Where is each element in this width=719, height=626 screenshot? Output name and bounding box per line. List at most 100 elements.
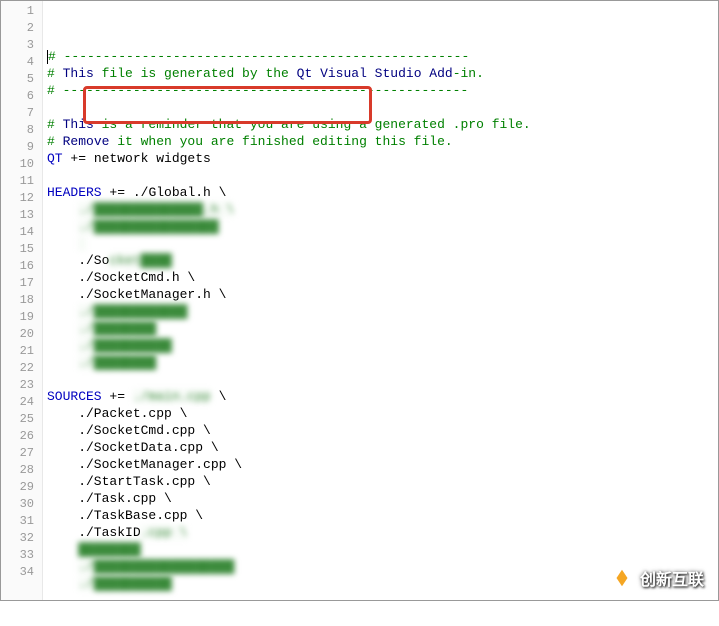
code-token: ./SocketCmd.cpp \ [47,423,211,438]
line-number: 13 [1,207,42,224]
line-number: 18 [1,292,42,309]
code-token: This [63,117,94,132]
line-number: 4 [1,54,42,71]
code-token: += [109,389,132,404]
code-line[interactable]: ./TaskID.cpp \ [47,524,718,541]
line-number: 15 [1,241,42,258]
line-number: 5 [1,71,42,88]
line-number: 26 [1,428,42,445]
code-line[interactable]: ./SocketCmd.h \ [47,269,718,286]
code-line[interactable]: # Remove it when you are finished editin… [47,133,718,150]
code-token: ████████ [78,542,140,557]
line-number: 32 [1,530,42,547]
code-token: Remove [63,134,110,149]
code-token: /Global [141,185,196,200]
line-number: 3 [1,37,42,54]
code-token: .cpp \ [141,525,188,540]
code-line[interactable]: # This file is generated by the Qt Visua… [47,65,718,82]
line-number: 2 [1,20,42,37]
line-number-gutter: 1234567891011121314151617181920212223242… [1,1,43,600]
code-token: ./████████ [78,355,156,370]
code-token: += [70,151,86,166]
code-line[interactable]: ./StartTask.cpp \ [47,473,718,490]
line-number: 30 [1,496,42,513]
line-number: 24 [1,394,42,411]
code-line[interactable] [47,235,718,252]
code-line[interactable]: ./TaskBase.cpp \ [47,507,718,524]
code-area[interactable]: # --------------------------------------… [43,1,718,600]
code-token: # [47,134,63,149]
code-line[interactable] [47,371,718,388]
code-token [47,304,78,319]
code-token: Qt Visual Studio Add [297,66,453,81]
code-token [47,321,78,336]
code-line[interactable] [47,99,718,116]
code-editor[interactable]: 1234567891011121314151617181920212223242… [1,1,718,600]
code-token: This [63,66,94,81]
code-token [47,355,78,370]
code-token: ./TaskID [47,525,141,540]
line-number: 27 [1,445,42,462]
line-number: 21 [1,343,42,360]
line-number: 12 [1,190,42,207]
code-line[interactable]: ./████████ [47,354,718,371]
code-token: ./████████████ [78,304,187,319]
code-token [47,542,78,557]
code-token [47,202,78,217]
code-token: cket████ [109,253,171,268]
code-line[interactable]: SOURCES += ./main.cpp \ [47,388,718,405]
code-token: file is generated by the [94,66,297,81]
code-token: ./SocketManager.cpp \ [47,457,242,472]
code-line[interactable]: ./Task.cpp \ [47,490,718,507]
line-number: 19 [1,309,42,326]
line-number: 16 [1,258,42,275]
code-token: HEADERS [47,185,109,200]
code-token: ./██████████ [78,338,172,353]
line-number: 20 [1,326,42,343]
code-line[interactable]: ./SocketManager.h \ [47,286,718,303]
code-token: ./SocketManager.h \ [47,287,226,302]
code-line[interactable]: ./██████████████████ [47,558,718,575]
line-number: 6 [1,88,42,105]
code-token: ./StartTask.cpp \ [47,474,211,489]
line-number: 8 [1,122,42,139]
code-token: ./Packet.cpp \ [47,406,187,421]
code-token: ./████████ [78,321,156,336]
code-line[interactable]: ./████████ [47,320,718,337]
code-line[interactable]: ./Packet.cpp \ [47,405,718,422]
line-number: 22 [1,360,42,377]
line-number: 29 [1,479,42,496]
code-token: # [47,66,63,81]
code-token: network widgets [86,151,211,166]
code-line[interactable]: ./██████████████.h \ [47,201,718,218]
code-line[interactable] [47,167,718,184]
code-line[interactable]: ./Socket████ [47,252,718,269]
code-line[interactable]: # This is a reminder that you are using … [47,116,718,133]
code-line[interactable]: ./SocketCmd.cpp \ [47,422,718,439]
line-number: 25 [1,411,42,428]
code-line[interactable]: ./████████████████ [47,218,718,235]
code-token: ./██████████████████ [78,559,234,574]
code-line[interactable]: QT += network widgets [47,150,718,167]
line-number: 14 [1,224,42,241]
code-token [47,576,78,591]
code-line[interactable]: ./SocketData.cpp \ [47,439,718,456]
code-line[interactable]: ./SocketManager.cpp \ [47,456,718,473]
code-line[interactable]: ████████ [47,541,718,558]
code-token: ./main.cpp [133,389,211,404]
line-number: 23 [1,377,42,394]
line-number: 33 [1,547,42,564]
code-token: SOURCES [47,389,109,404]
code-line[interactable]: HEADERS += ./Global.h \ [47,184,718,201]
code-line[interactable]: # --------------------------------------… [47,48,718,65]
code-token: .h \ [195,185,226,200]
line-number: 10 [1,156,42,173]
code-line[interactable]: ./██████████ [47,575,718,592]
code-token: += . [109,185,140,200]
code-line[interactable]: # --------------------------------------… [47,82,718,99]
code-token: \ [211,389,227,404]
code-line[interactable] [47,609,718,626]
code-line[interactable]: ./██████████ [47,337,718,354]
code-line[interactable]: ./████████████ [47,303,718,320]
code-token: ./██████████████.h \ [78,202,234,217]
